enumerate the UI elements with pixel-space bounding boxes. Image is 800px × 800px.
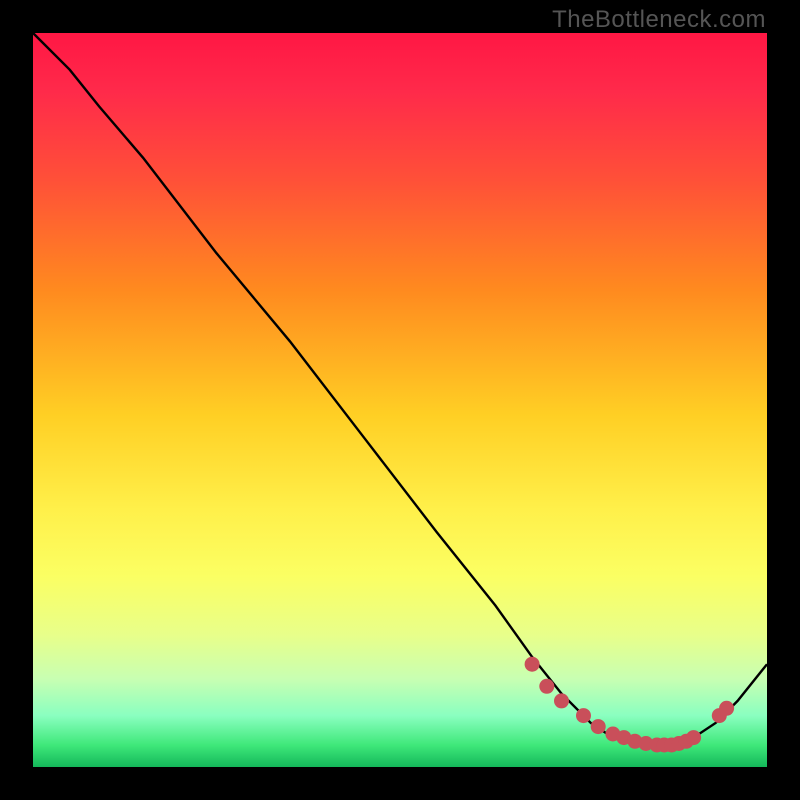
main-curve: [33, 33, 767, 745]
marker-dot: [525, 657, 540, 672]
marker-dot: [591, 719, 606, 734]
marker-dots: [525, 657, 735, 753]
marker-dot: [554, 693, 569, 708]
chart-frame: TheBottleneck.com: [0, 0, 800, 800]
marker-dot: [686, 730, 701, 745]
marker-dot: [539, 679, 554, 694]
marker-dot: [576, 708, 591, 723]
marker-dot: [719, 701, 734, 716]
chart-svg: [0, 0, 800, 800]
curve-group: [33, 33, 767, 745]
